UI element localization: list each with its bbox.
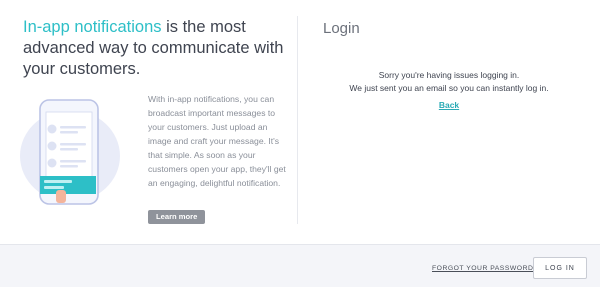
forgot-password-link[interactable]: FORGOT YOUR PASSWORD? (432, 265, 538, 272)
login-title: Login (323, 20, 360, 37)
message-line-2: We just sent you an email so you can ins… (349, 83, 549, 93)
message-line-1: Sorry you're having issues logging in. (378, 70, 520, 80)
back-link[interactable]: Back (439, 100, 459, 110)
login-panel: Login Sorry you're having issues logging… (298, 0, 600, 244)
promo-description: With in-app notifications, you can broad… (148, 94, 286, 188)
log-in-button[interactable]: LOG IN (533, 257, 587, 279)
phone-notification-icon (20, 99, 120, 205)
promo-panel: In-app notifications is the most advance… (0, 0, 298, 244)
login-message: Sorry you're having issues logging in. W… (298, 69, 600, 113)
headline-accent: In-app notifications (23, 18, 162, 36)
footer-bar: FORGOT YOUR PASSWORD? LOG IN (0, 244, 600, 287)
learn-more-button[interactable]: Learn more (148, 210, 206, 224)
promo-headline: In-app notifications is the most advance… (23, 17, 285, 80)
